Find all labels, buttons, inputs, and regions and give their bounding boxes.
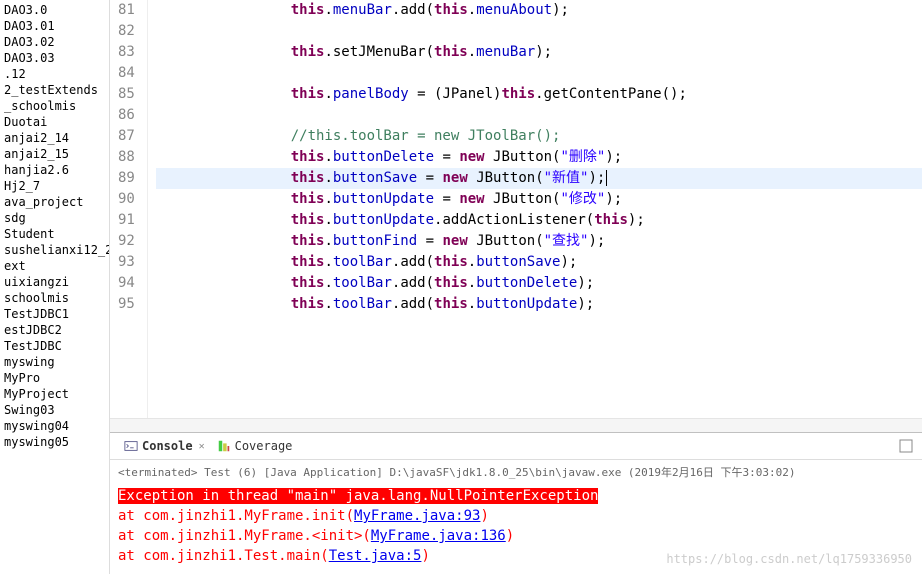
tab-coverage-label: Coverage: [235, 439, 293, 453]
sidebar-item[interactable]: myswing04: [0, 418, 109, 434]
sidebar-item[interactable]: hanjia2.6: [0, 162, 109, 178]
stacktrace-link[interactable]: MyFrame.java:136: [371, 528, 506, 544]
code-line[interactable]: this.buttonFind = new JButton("查找");: [156, 231, 922, 252]
tab-coverage[interactable]: Coverage: [211, 437, 299, 455]
console-line: at com.jinzhi1.MyFrame.<init>(MyFrame.ja…: [118, 526, 914, 546]
code-line[interactable]: this.toolBar.add(this.buttonUpdate);: [156, 294, 922, 315]
code-line[interactable]: this.toolBar.add(this.buttonSave);: [156, 252, 922, 273]
sidebar-item[interactable]: sushelianxi12_21: [0, 242, 109, 258]
line-number: 86: [118, 105, 135, 126]
editor-horizontal-scrollbar[interactable]: [110, 418, 922, 432]
line-number: 89: [118, 168, 135, 189]
code-line[interactable]: this.buttonSave = new JButton("新值");: [156, 168, 922, 189]
tab-console[interactable]: Console ✕: [118, 437, 211, 455]
line-number: 92: [118, 231, 135, 252]
line-number: 93: [118, 252, 135, 273]
code-line[interactable]: this.buttonUpdate = new JButton("修改");: [156, 189, 922, 210]
line-number: 81: [118, 0, 135, 21]
tab-console-label: Console: [142, 439, 193, 453]
sidebar-item[interactable]: DAO3.0: [0, 2, 109, 18]
sidebar-item[interactable]: Swing03: [0, 402, 109, 418]
line-number: 91: [118, 210, 135, 231]
sidebar-item[interactable]: DAO3.02: [0, 34, 109, 50]
sidebar-item[interactable]: Hj2_7: [0, 178, 109, 194]
sidebar-item[interactable]: estJDBC2: [0, 322, 109, 338]
sidebar-item[interactable]: _schoolmis: [0, 98, 109, 114]
console-panel: Console ✕ Coverage <terminated> Test (6)…: [110, 432, 922, 574]
code-line[interactable]: this.toolBar.add(this.buttonDelete);: [156, 273, 922, 294]
sidebar-item[interactable]: schoolmis: [0, 290, 109, 306]
bottom-tabs: Console ✕ Coverage: [110, 433, 922, 460]
sidebar-item[interactable]: uixiangzi: [0, 274, 109, 290]
line-number: 82: [118, 21, 135, 42]
code-line[interactable]: [156, 105, 922, 126]
sidebar-item[interactable]: anjai2_14: [0, 130, 109, 146]
stacktrace-link[interactable]: MyFrame.java:93: [354, 508, 480, 524]
sidebar-item[interactable]: DAO3.01: [0, 18, 109, 34]
text-cursor: [606, 170, 607, 186]
line-number: 90: [118, 189, 135, 210]
line-gutter: 818283848586878889909192939495: [110, 0, 148, 418]
sidebar-item[interactable]: .12: [0, 66, 109, 82]
sidebar-item[interactable]: ava_project: [0, 194, 109, 210]
line-number: 94: [118, 273, 135, 294]
main-area: 818283848586878889909192939495 this.menu…: [110, 0, 922, 574]
sidebar-item[interactable]: MyProject: [0, 386, 109, 402]
sidebar-item[interactable]: myswing05: [0, 434, 109, 450]
coverage-icon: [217, 439, 231, 453]
sidebar-item[interactable]: 2_testExtends: [0, 82, 109, 98]
sidebar-item[interactable]: Student: [0, 226, 109, 242]
code-editor[interactable]: 818283848586878889909192939495 this.menu…: [110, 0, 922, 418]
sidebar-item[interactable]: DAO3.03: [0, 50, 109, 66]
code-line[interactable]: this.menuBar.add(this.menuAbout);: [156, 0, 922, 21]
line-number: 83: [118, 42, 135, 63]
code-line[interactable]: this.setJMenuBar(this.menuBar);: [156, 42, 922, 63]
sidebar-item[interactable]: TestJDBC: [0, 338, 109, 354]
code-line[interactable]: //this.toolBar = new JToolBar();: [156, 126, 922, 147]
line-number: 87: [118, 126, 135, 147]
maximize-icon[interactable]: [898, 438, 914, 454]
line-number: 95: [118, 294, 135, 315]
console-line: at com.jinzhi1.MyFrame.init(MyFrame.java…: [118, 506, 914, 526]
sidebar-item[interactable]: anjai2_15: [0, 146, 109, 162]
sidebar-item[interactable]: myswing: [0, 354, 109, 370]
code-line[interactable]: this.buttonUpdate.addActionListener(this…: [156, 210, 922, 231]
close-icon[interactable]: ✕: [199, 441, 205, 452]
sidebar-item[interactable]: ext: [0, 258, 109, 274]
console-terminated-info: <terminated> Test (6) [Java Application]…: [110, 460, 922, 484]
console-line: at com.jinzhi1.Test.main(Test.java:5): [118, 546, 914, 566]
code-line[interactable]: this.panelBody = (JPanel)this.getContent…: [156, 84, 922, 105]
sidebar-item[interactable]: MyPro: [0, 370, 109, 386]
console-icon: [124, 439, 138, 453]
sidebar-item[interactable]: sdg: [0, 210, 109, 226]
code-line[interactable]: [156, 63, 922, 84]
code-body[interactable]: this.menuBar.add(this.menuAbout); this.s…: [148, 0, 922, 418]
package-explorer[interactable]: DAO3.0DAO3.01DAO3.02DAO3.03.122_testExte…: [0, 0, 110, 574]
console-toolbar: [898, 438, 914, 454]
sidebar-item[interactable]: TestJDBC1: [0, 306, 109, 322]
line-number: 84: [118, 63, 135, 84]
line-number: 85: [118, 84, 135, 105]
console-output[interactable]: Exception in thread "main" java.lang.Nul…: [110, 484, 922, 574]
stacktrace-link[interactable]: Test.java:5: [329, 548, 422, 564]
code-line[interactable]: [156, 21, 922, 42]
line-number: 88: [118, 147, 135, 168]
sidebar-item[interactable]: Duotai: [0, 114, 109, 130]
code-line[interactable]: this.buttonDelete = new JButton("删除");: [156, 147, 922, 168]
console-line: Exception in thread "main" java.lang.Nul…: [118, 486, 914, 506]
